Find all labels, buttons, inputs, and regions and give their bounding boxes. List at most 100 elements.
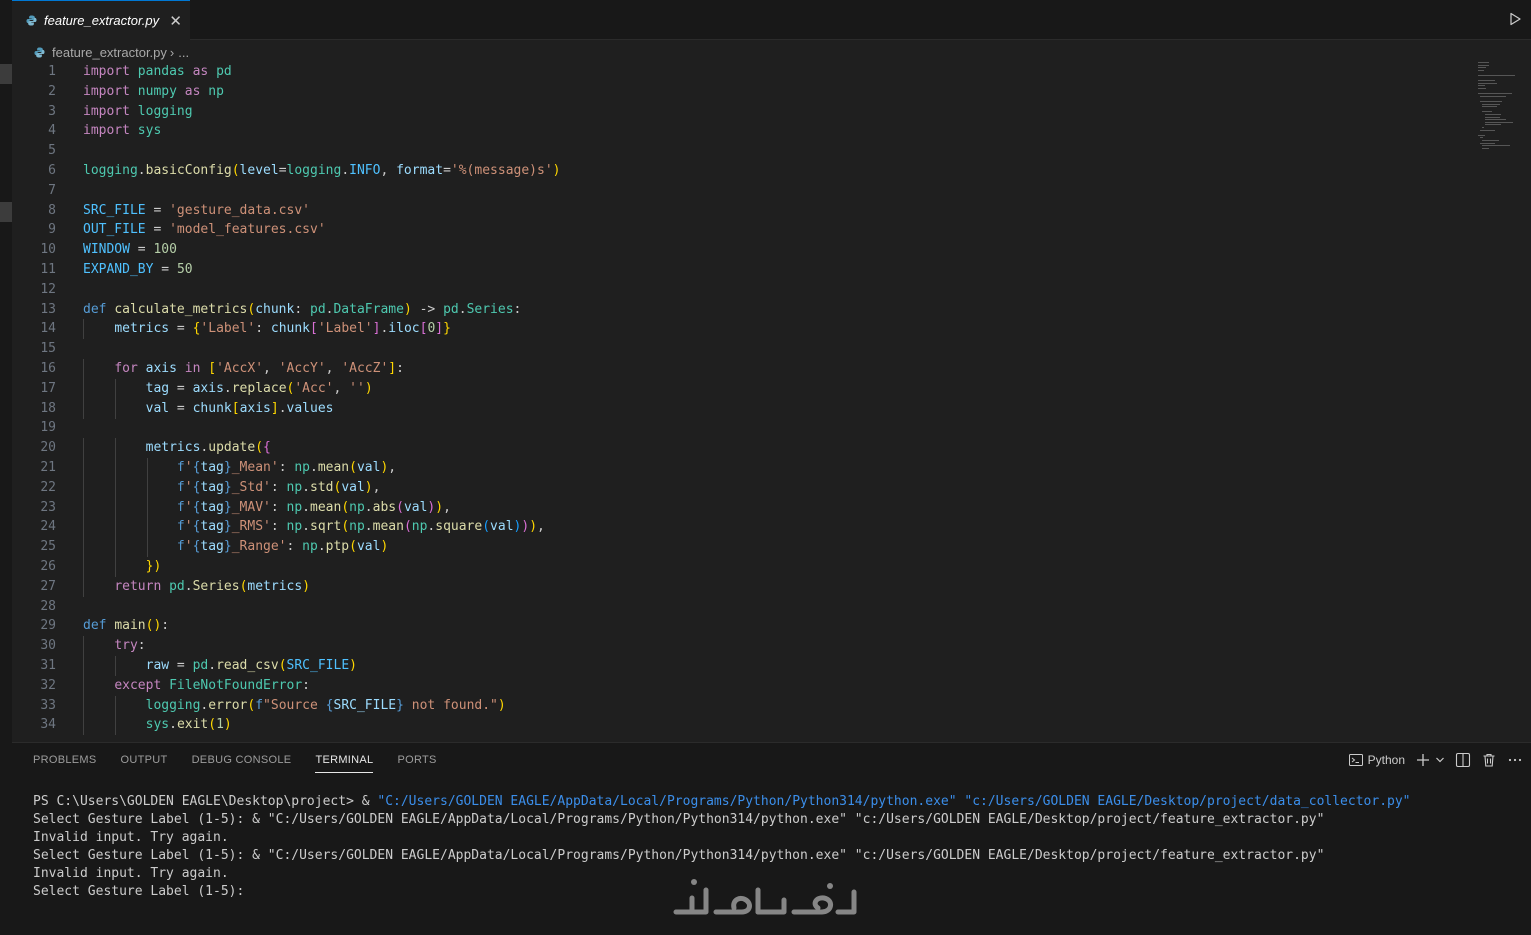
minimap-line bbox=[1484, 124, 1501, 126]
line-number: 14 bbox=[40, 321, 56, 337]
code-line[interactable]: 27 return pd.Series(metrics) bbox=[12, 576, 1472, 597]
plus-icon[interactable] bbox=[1415, 752, 1431, 768]
code-text: import sys bbox=[83, 123, 162, 139]
code-line[interactable]: 6 logging.basicConfig(level=logging.INFO,… bbox=[12, 161, 1472, 181]
line-number: 23 bbox=[40, 499, 56, 515]
line-number: 2 bbox=[48, 83, 56, 99]
code-line[interactable]: 14 metrics = {'Label': chunk['Label'].il… bbox=[12, 319, 1472, 340]
line-number: 6 bbox=[48, 163, 56, 178]
terminal-line: PS C:\Users\GOLDEN EAGLE\Desktop\project… bbox=[33, 793, 1411, 811]
code-line[interactable]: 26 }) bbox=[12, 557, 1472, 577]
more-icon[interactable] bbox=[1507, 752, 1523, 768]
code-line[interactable]: 4 import sys bbox=[12, 121, 1472, 141]
tab-output[interactable]: OUTPUT bbox=[121, 743, 168, 777]
code-line[interactable]: 3 import logging bbox=[12, 102, 1472, 122]
code-line[interactable]: 1 import pandas as pd bbox=[12, 62, 1472, 82]
tab-label: feature_extractor.py bbox=[44, 13, 160, 28]
minimap-line bbox=[1478, 69, 1484, 71]
code-text: f'{tag}_Std': np.std(val), bbox=[176, 479, 381, 495]
code-line[interactable]: 25 f'{tag}_Range': np.ptp(val) bbox=[12, 537, 1472, 558]
line-number: 11 bbox=[40, 262, 56, 277]
code-line[interactable]: 23 f'{tag}_MAV': np.mean(np.abs(val)), bbox=[12, 497, 1472, 518]
code-editor[interactable]: 1 import pandas as pd 2 import numpy as np 3… bbox=[12, 62, 1472, 742]
breadcrumb-separator: › bbox=[169, 44, 175, 60]
line-number: 7 bbox=[48, 182, 56, 198]
code-line[interactable]: 2 import numpy as np bbox=[12, 82, 1472, 102]
panel-tabs: PROBLEMS OUTPUT DEBUG CONSOLE TERMINAL P… bbox=[33, 743, 437, 777]
terminal-command-path: "C:/Users/GOLDEN EAGLE/AppData/Local/Pro… bbox=[377, 794, 1411, 809]
minimap-line bbox=[1480, 101, 1503, 102]
code-line[interactable]: 24 f'{tag}_RMS': np.sqrt(np.mean(np.squa… bbox=[12, 517, 1472, 538]
line-number: 31 bbox=[40, 658, 56, 673]
code-text: f'{tag}_Mean': np.mean(val), bbox=[176, 460, 397, 475]
code-line[interactable]: 31 raw = pd.read_csv(SRC_FILE) bbox=[12, 656, 1472, 676]
code-line[interactable]: 7 bbox=[12, 181, 1472, 201]
code-line[interactable]: 17 tag = axis.replace('Acc', '') bbox=[12, 378, 1472, 399]
line-number: 24 bbox=[40, 519, 56, 535]
run-icon[interactable] bbox=[1507, 11, 1523, 27]
watermark-logo bbox=[673, 879, 857, 915]
line-number: 12 bbox=[40, 281, 56, 297]
terminal-text: Select Gesture Label (1-5): bbox=[33, 884, 245, 899]
tab-problems[interactable]: PROBLEMS bbox=[33, 743, 97, 777]
code-text: import pandas as pd bbox=[83, 64, 232, 79]
minimap[interactable] bbox=[1478, 62, 1523, 162]
code-text: return pd.Series(metrics) bbox=[114, 578, 311, 594]
code-line[interactable]: 30 try: bbox=[12, 636, 1472, 657]
chevron-down-icon[interactable] bbox=[1435, 752, 1445, 768]
code-line[interactable]: 32 except FileNotFoundError: bbox=[12, 675, 1472, 696]
line-number: 29 bbox=[40, 618, 56, 634]
terminal-line: Select Gesture Label (1-5): & "C:/Users/… bbox=[33, 811, 1411, 829]
minimap-line bbox=[1478, 88, 1487, 89]
code-line[interactable]: 28 bbox=[12, 597, 1472, 617]
breadcrumb-more[interactable]: ... bbox=[178, 45, 189, 60]
code-line[interactable]: 21 f'{tag}_Mean': np.mean(val), bbox=[12, 458, 1472, 478]
code-line[interactable]: 16 for axis in ['AccX', 'AccY', 'AccZ']: bbox=[12, 359, 1472, 379]
line-number: 17 bbox=[40, 380, 56, 396]
code-line[interactable]: 29 def main(): bbox=[12, 616, 1472, 636]
code-line[interactable]: 22 f'{tag}_Std': np.std(val), bbox=[12, 477, 1472, 498]
tab-terminal[interactable]: TERMINAL bbox=[315, 743, 374, 777]
code-line[interactable]: 15 bbox=[12, 339, 1472, 359]
minimap-line bbox=[1478, 85, 1486, 87]
code-line[interactable]: 33 logging.error(f"Source {SRC_FILE} not… bbox=[12, 695, 1472, 716]
trash-icon[interactable] bbox=[1481, 752, 1497, 768]
split-icon[interactable] bbox=[1455, 752, 1471, 768]
line-number: 4 bbox=[48, 123, 56, 139]
python-file-icon bbox=[26, 15, 37, 26]
code-line[interactable]: 8 SRC_FILE = 'gesture_data.csv' bbox=[12, 201, 1472, 221]
minimap-line bbox=[1478, 134, 1485, 136]
code-line[interactable]: 10 WINDOW = 100 bbox=[12, 240, 1472, 260]
code-line[interactable]: 5 bbox=[12, 141, 1472, 161]
close-icon[interactable]: ✕ bbox=[169, 12, 182, 30]
line-number: 19 bbox=[40, 420, 56, 436]
line-number: 8 bbox=[48, 202, 56, 218]
code-line[interactable]: 11 EXPAND_BY = 50 bbox=[12, 260, 1472, 280]
line-number: 9 bbox=[48, 222, 56, 238]
python-file-icon bbox=[34, 46, 45, 58]
minimap-line bbox=[1482, 140, 1499, 141]
code-text: try: bbox=[114, 638, 146, 654]
code-line[interactable]: 9 OUT_FILE = 'model_features.csv' bbox=[12, 220, 1472, 240]
code-line[interactable]: 20 metrics.update({ bbox=[12, 438, 1472, 459]
new-terminal-group[interactable] bbox=[1415, 752, 1445, 768]
terminal-text: Invalid input. Try again. bbox=[33, 866, 229, 881]
code-line[interactable]: 19 bbox=[12, 418, 1472, 438]
code-line[interactable]: 34 sys.exit(1) bbox=[12, 715, 1472, 736]
minimap-line bbox=[1482, 147, 1489, 149]
terminal-shell-selector[interactable]: Python bbox=[1348, 752, 1405, 768]
code-text: OUT_FILE = 'model_features.csv' bbox=[83, 222, 326, 238]
terminal-icon bbox=[1348, 754, 1363, 766]
tab-feature-extractor[interactable]: feature_extractor.py ✕ bbox=[12, 0, 190, 40]
minimap-line bbox=[1480, 129, 1496, 131]
code-line[interactable]: 18 val = chunk[axis].values bbox=[12, 398, 1472, 419]
breadcrumb-file[interactable]: feature_extractor.py bbox=[52, 45, 167, 60]
code-text: metrics.update({ bbox=[145, 440, 271, 456]
tab-debug-console[interactable]: DEBUG CONSOLE bbox=[192, 743, 292, 777]
code-text: tag = axis.replace('Acc', '') bbox=[145, 380, 373, 396]
minimap-line bbox=[1484, 121, 1513, 123]
shell-label: Python bbox=[1367, 753, 1405, 767]
code-line[interactable]: 12 bbox=[12, 280, 1472, 300]
tab-ports[interactable]: PORTS bbox=[397, 743, 436, 777]
code-line[interactable]: 13 def calculate_metrics(chunk: pd.DataFr… bbox=[12, 300, 1472, 320]
